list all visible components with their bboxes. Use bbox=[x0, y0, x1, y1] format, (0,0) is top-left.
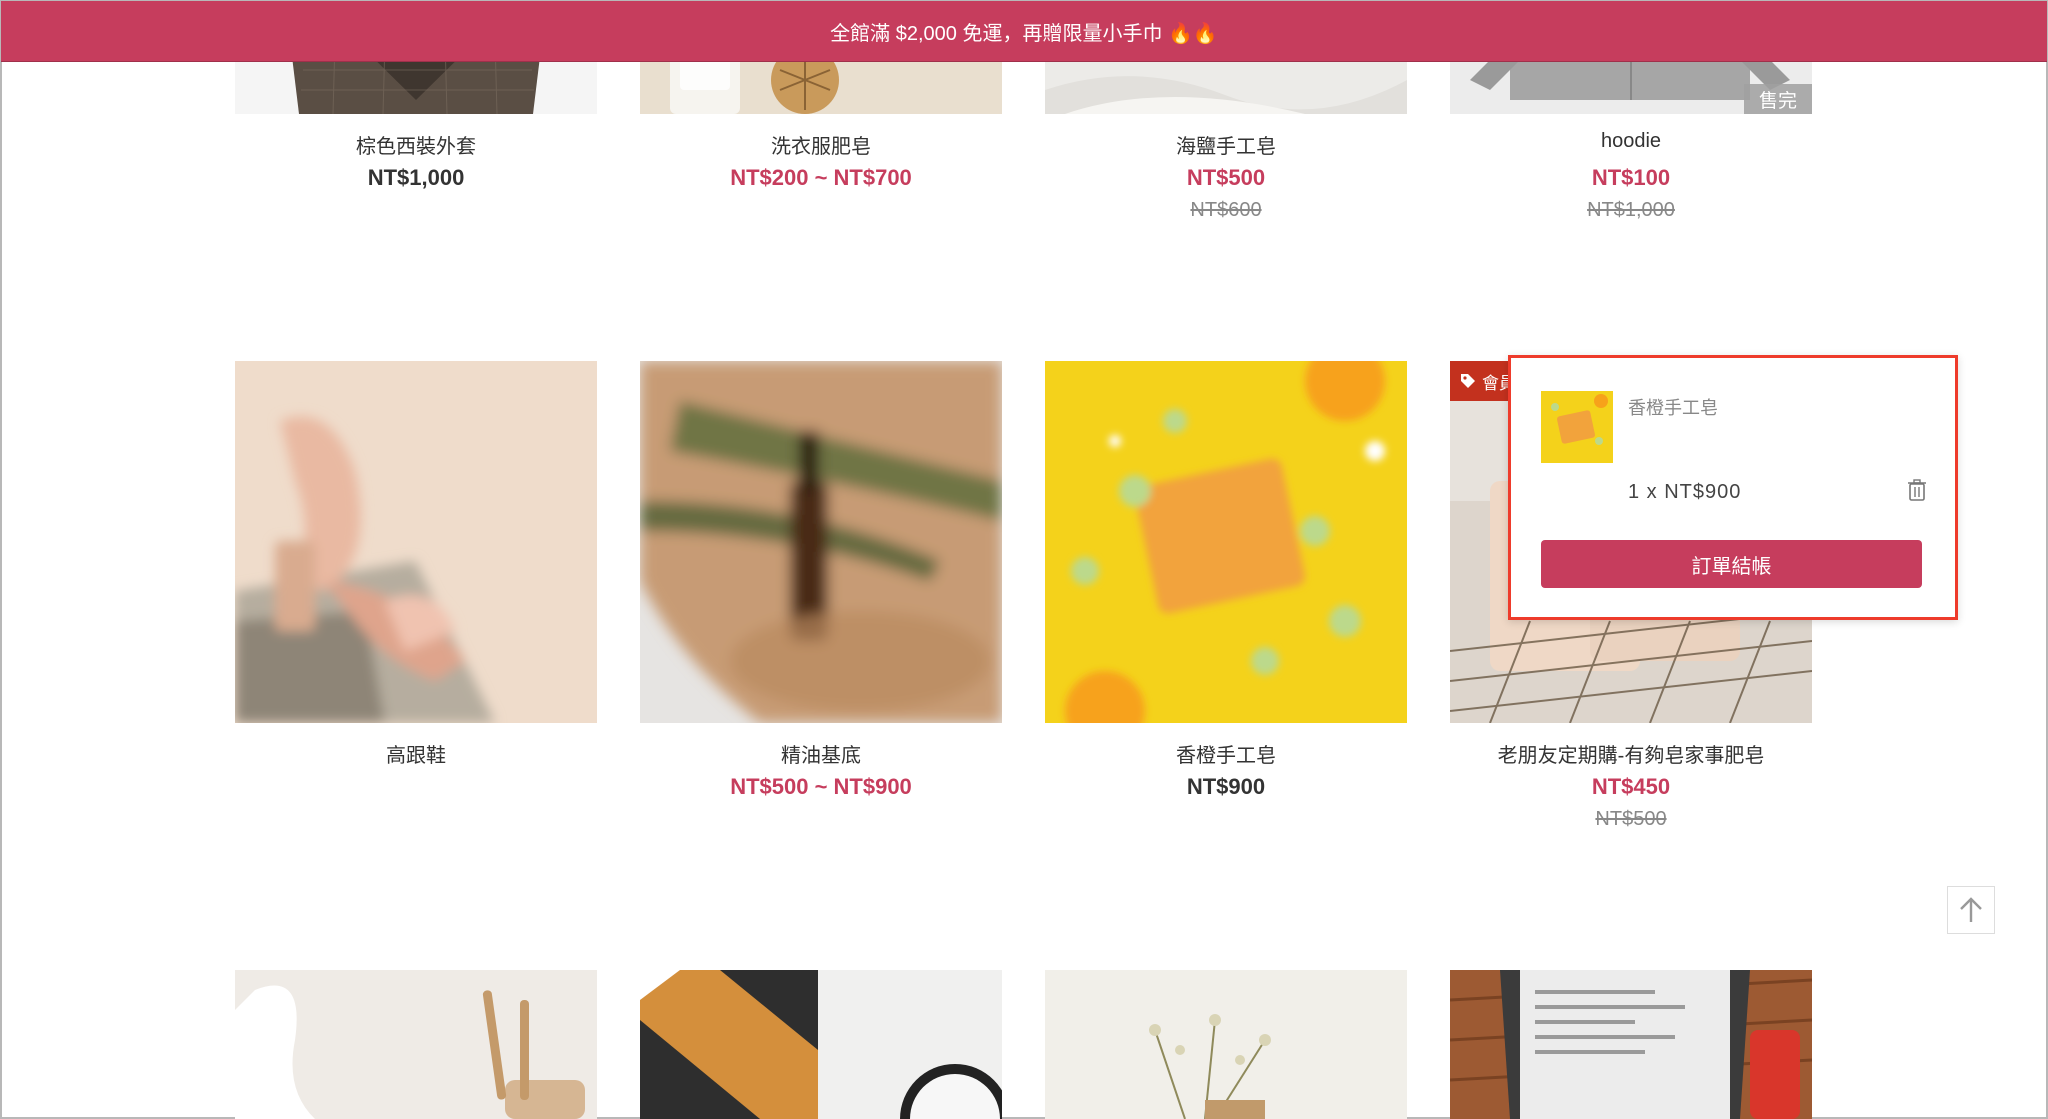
arrow-up-icon bbox=[1960, 897, 1982, 922]
product-price: NT$100 bbox=[1591, 165, 1671, 190]
trash-icon[interactable] bbox=[1907, 479, 1927, 501]
cart-item-name[interactable]: 香橙手工皂 bbox=[1628, 394, 1718, 420]
product-name[interactable]: 高跟鞋 bbox=[235, 739, 597, 768]
product-image[interactable] bbox=[235, 970, 597, 1119]
checkout-button[interactable]: 訂單結帳 bbox=[1541, 540, 1922, 588]
product-name[interactable]: 精油基底 bbox=[640, 739, 1002, 768]
original-price: NT$1,000 bbox=[1587, 199, 1675, 221]
announcement-text: 全館滿 $2,000 免運，再贈限量小手巾 🔥🔥 bbox=[830, 22, 1218, 45]
product-name[interactable]: 香橙手工皂 bbox=[1045, 739, 1407, 768]
product-name[interactable]: 棕色西裝外套 bbox=[235, 130, 597, 159]
back-to-top-button[interactable] bbox=[1947, 886, 1995, 934]
product-image[interactable] bbox=[235, 361, 597, 723]
product-price: NT$1,000 bbox=[367, 165, 465, 190]
product-image[interactable] bbox=[1045, 970, 1407, 1119]
product-name[interactable]: hoodie bbox=[1450, 130, 1812, 153]
product-price: NT$900 bbox=[1186, 774, 1266, 799]
announcement-bar: 全館滿 $2,000 免運，再贈限量小手巾 🔥🔥 bbox=[1, 1, 2047, 62]
cart-popup: 香橙手工皂 1 x NT$900 訂單結帳 bbox=[1508, 355, 1958, 620]
tag-icon bbox=[1461, 374, 1475, 388]
product-price: NT$500 bbox=[1186, 165, 1266, 190]
original-price: NT$600 bbox=[1190, 199, 1262, 221]
product-image[interactable] bbox=[1450, 970, 1812, 1119]
product-name[interactable]: 海鹽手工皂 bbox=[1045, 130, 1407, 159]
product-image[interactable] bbox=[640, 970, 1002, 1119]
product-price: NT$200 ~ NT$700 bbox=[730, 165, 912, 190]
original-price: NT$500 bbox=[1595, 808, 1667, 830]
product-price: NT$500 ~ NT$900 bbox=[730, 774, 912, 799]
product-price: NT$450 bbox=[1591, 774, 1671, 799]
cart-item-thumbnail[interactable] bbox=[1541, 391, 1613, 463]
product-name[interactable]: 洗衣服肥皂 bbox=[640, 130, 1002, 159]
product-image[interactable] bbox=[1045, 361, 1407, 723]
product-image[interactable] bbox=[640, 361, 1002, 723]
product-name[interactable]: 老朋友定期購-有夠皂家事肥皂 bbox=[1450, 739, 1812, 768]
sold-out-badge: 售完 bbox=[1744, 84, 1812, 114]
cart-item-qty-price: 1 x NT$900 bbox=[1628, 481, 1742, 503]
